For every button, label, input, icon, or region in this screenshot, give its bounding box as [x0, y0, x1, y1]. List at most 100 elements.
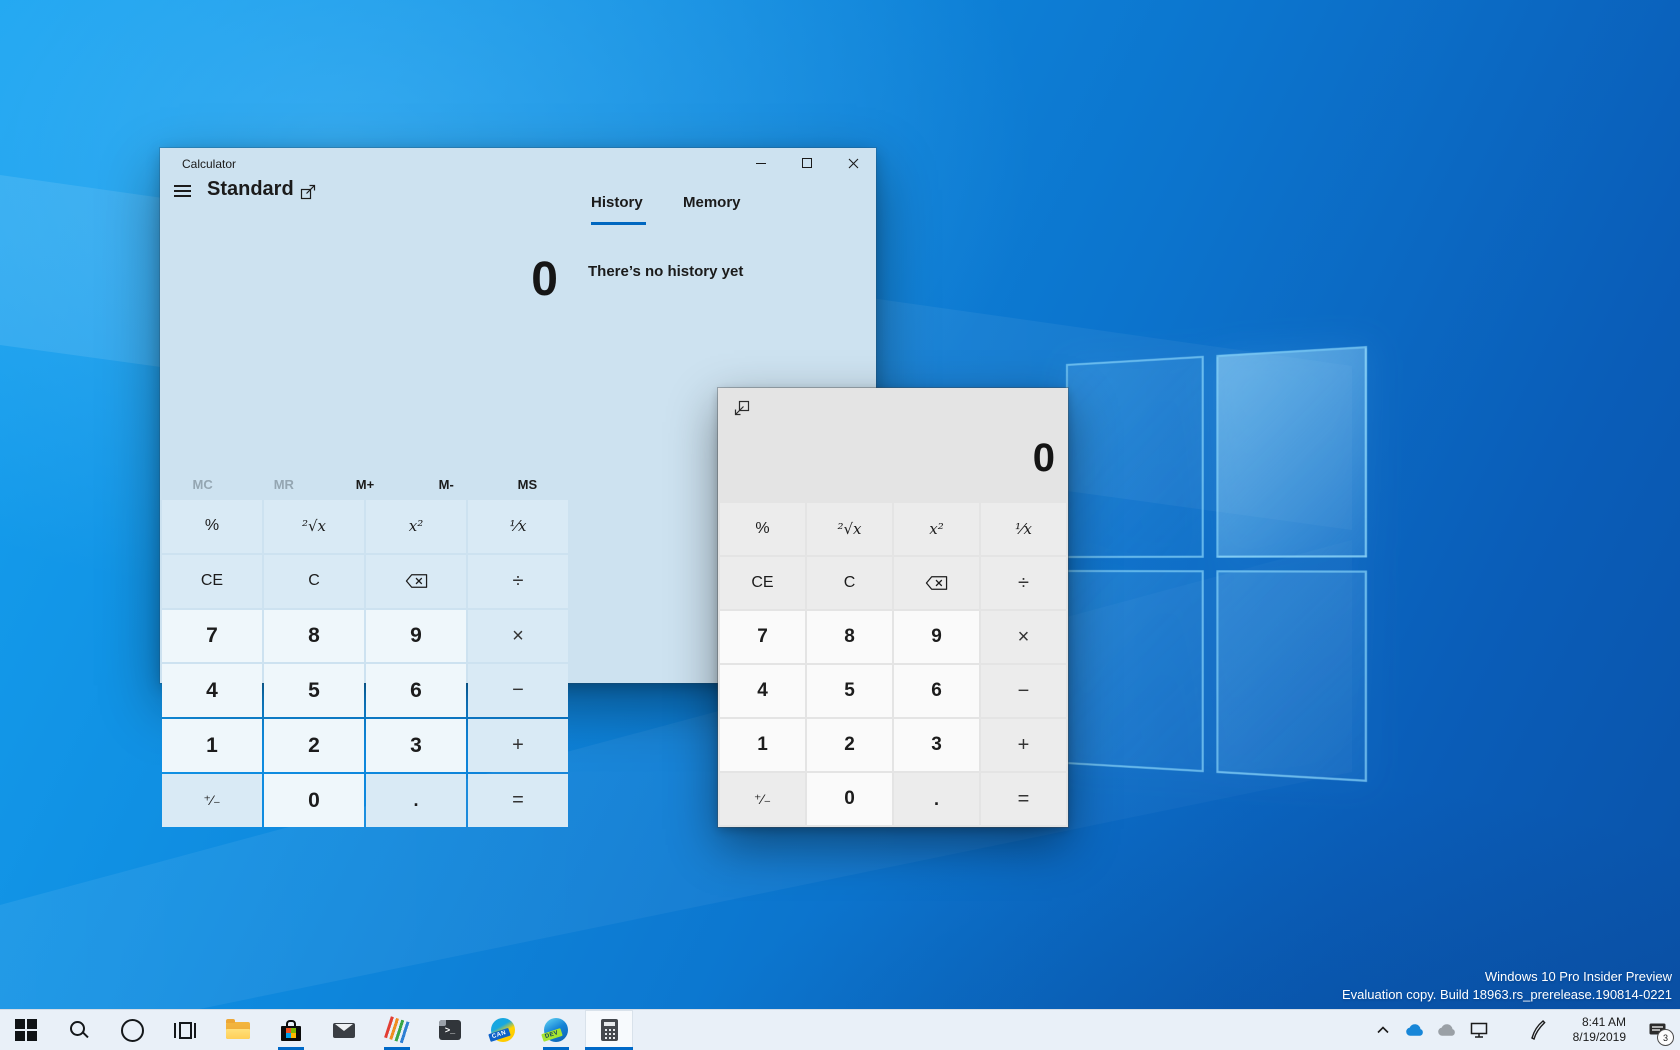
main-key-four[interactable]: 4: [162, 664, 262, 718]
active-tab-underline: [591, 222, 646, 225]
main-key-five[interactable]: 5: [264, 664, 364, 718]
main-key-decimal[interactable]: .: [366, 774, 466, 827]
main-key-negate[interactable]: ⁺⁄₋: [162, 774, 262, 827]
watermark-line-2: Evaluation copy. Build 18963.rs_prerelea…: [1341, 987, 1672, 1002]
taskbar-clock[interactable]: 8:41 AM 8/19/2019: [1573, 1015, 1626, 1045]
compact-key-negate[interactable]: ⁺⁄₋: [720, 773, 805, 825]
main-key-two[interactable]: 2: [264, 719, 364, 773]
onedrive-tray-button[interactable]: [1405, 1010, 1425, 1050]
memory-store-button[interactable]: MS: [487, 470, 568, 498]
window-caption-buttons: [738, 148, 876, 178]
pen-tray-button[interactable]: [1527, 1010, 1547, 1050]
memory-recall-button[interactable]: MR: [243, 470, 324, 498]
taskbar-calculator-button[interactable]: [585, 1010, 633, 1050]
backspace-icon: [405, 574, 427, 589]
compact-key-clear-entry[interactable]: CE: [720, 557, 805, 609]
mail-icon: [333, 1022, 355, 1038]
keep-on-top-icon: [300, 184, 316, 200]
compact-key-seven[interactable]: 7: [720, 611, 805, 663]
compact-key-four[interactable]: 4: [720, 665, 805, 717]
memory-add-button[interactable]: M+: [324, 470, 405, 498]
exit-always-on-top-icon: [734, 400, 750, 416]
compact-key-eight[interactable]: 8: [807, 611, 892, 663]
main-key-add[interactable]: +: [468, 719, 568, 773]
compact-key-multiply[interactable]: ×: [981, 611, 1066, 663]
chevron-up-icon: [1377, 1026, 1389, 1034]
compact-key-equals[interactable]: =: [981, 773, 1066, 825]
main-key-subtract[interactable]: −: [468, 664, 568, 718]
compact-key-decimal[interactable]: .: [894, 773, 979, 825]
main-key-seven[interactable]: 7: [162, 609, 262, 663]
terminal-icon: [439, 1020, 461, 1040]
taskbar-microsoft-store-button[interactable]: [267, 1010, 315, 1050]
minimize-button[interactable]: [738, 148, 784, 178]
compact-key-backspace[interactable]: [894, 557, 979, 609]
main-key-equals[interactable]: =: [468, 774, 568, 827]
main-key-percent[interactable]: %: [162, 500, 262, 553]
main-key-clear[interactable]: C: [264, 554, 364, 608]
compact-calculator-window: 0 % ²√x x² ⅟x CE C ÷ 7 8 9 × 4 5 6− 1 2 3 + ⁺⁄₋ 0. =: [717, 387, 1069, 828]
network-tray-button[interactable]: [1469, 1010, 1489, 1050]
compact-key-one[interactable]: 1: [720, 719, 805, 771]
compact-key-square-root[interactable]: ²√x: [807, 503, 892, 555]
onedrive-personal-tray-button[interactable]: [1437, 1010, 1457, 1050]
taskbar-edge-canary-button[interactable]: CAN: [479, 1010, 527, 1050]
compact-key-divide[interactable]: ÷: [981, 557, 1066, 609]
compact-key-square[interactable]: x²: [894, 503, 979, 555]
store-icon: [281, 1019, 301, 1041]
compact-key-subtract[interactable]: −: [981, 665, 1066, 717]
compact-key-reciprocal[interactable]: ⅟x: [981, 503, 1066, 555]
compact-key-five[interactable]: 5: [807, 665, 892, 717]
main-key-clear-entry[interactable]: CE: [162, 554, 262, 608]
close-button[interactable]: [830, 148, 876, 178]
compact-key-six[interactable]: 6: [894, 665, 979, 717]
task-view-icon: [174, 1021, 196, 1039]
main-key-multiply[interactable]: ×: [468, 609, 568, 663]
main-key-eight[interactable]: 8: [264, 609, 364, 663]
main-key-divide[interactable]: ÷: [468, 554, 568, 608]
compact-key-percent[interactable]: %: [720, 503, 805, 555]
edge-canary-badge: CAN: [488, 1028, 511, 1042]
menu-button[interactable]: [174, 185, 191, 197]
compact-key-two[interactable]: 2: [807, 719, 892, 771]
tab-memory[interactable]: Memory: [683, 194, 741, 211]
main-key-one[interactable]: 1: [162, 719, 262, 773]
memory-clear-button[interactable]: MC: [162, 470, 243, 498]
taskbar-cortana-button[interactable]: [108, 1010, 156, 1050]
main-key-backspace[interactable]: [366, 554, 466, 608]
compact-key-add[interactable]: +: [981, 719, 1066, 771]
show-hidden-icons-button[interactable]: [1373, 1010, 1393, 1050]
exit-always-on-top-button[interactable]: [734, 400, 750, 416]
taskbar-task-view-button[interactable]: [161, 1010, 209, 1050]
taskbar-search-button[interactable]: [55, 1010, 103, 1050]
edge-dev-icon: DEV: [541, 1018, 568, 1042]
history-empty-text: There’s no history yet: [588, 263, 744, 280]
maximize-icon: [802, 158, 812, 168]
main-key-reciprocal[interactable]: ⅟x: [468, 500, 568, 553]
compact-key-clear[interactable]: C: [807, 557, 892, 609]
taskbar-edge-dev-button[interactable]: DEV: [532, 1010, 580, 1050]
compact-key-three[interactable]: 3: [894, 719, 979, 771]
main-key-six[interactable]: 6: [366, 664, 466, 718]
compact-key-nine[interactable]: 9: [894, 611, 979, 663]
main-key-square[interactable]: x²: [366, 500, 466, 553]
tab-history[interactable]: History: [591, 194, 643, 211]
minimize-icon: [756, 162, 766, 164]
wallpaper-logo-pane: [1066, 355, 1204, 558]
compact-key-zero[interactable]: 0: [807, 773, 892, 825]
taskbar-terminal-button[interactable]: [426, 1010, 474, 1050]
maximize-button[interactable]: [784, 148, 830, 178]
taskbar-striped-app-button[interactable]: [373, 1010, 421, 1050]
calculator-display: 0: [531, 253, 558, 306]
main-key-nine[interactable]: 9: [366, 609, 466, 663]
action-center-button[interactable]: 3: [1644, 1010, 1674, 1050]
memory-subtract-button[interactable]: M-: [406, 470, 487, 498]
taskbar-file-explorer-button[interactable]: [214, 1010, 262, 1050]
main-key-three[interactable]: 3: [366, 719, 466, 773]
main-key-zero[interactable]: 0: [264, 774, 364, 827]
compact-keypad: % ²√x x² ⅟x CE C ÷ 7 8 9 × 4 5 6− 1 2 3 + ⁺⁄₋ 0. =: [720, 503, 1066, 825]
taskbar-start-button[interactable]: [2, 1010, 50, 1050]
main-key-square-root[interactable]: ²√x: [264, 500, 364, 553]
taskbar-mail-button[interactable]: [320, 1010, 368, 1050]
keep-on-top-button[interactable]: [300, 184, 316, 200]
